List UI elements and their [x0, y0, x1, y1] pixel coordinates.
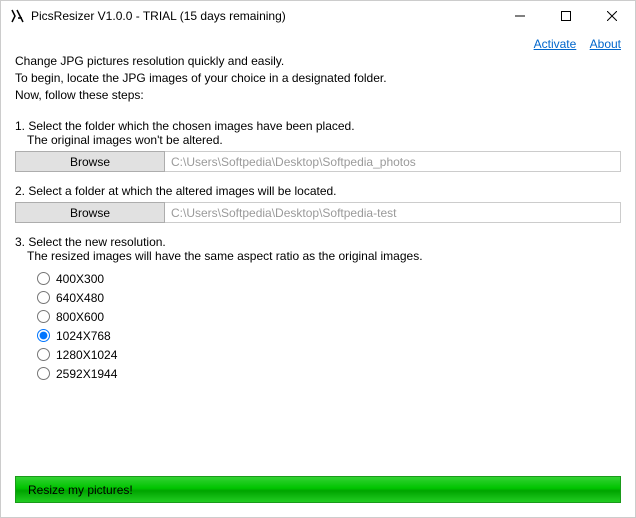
intro-line: Change JPG pictures resolution quickly a…: [15, 53, 621, 70]
step1-heading: 1. Select the folder which the chosen im…: [15, 119, 621, 133]
resolution-options: 400X300 640X480 800X600 1024X768 1280X10…: [37, 269, 621, 383]
resolution-label: 2592X1944: [56, 367, 117, 381]
resolution-option[interactable]: 1280X1024: [37, 345, 621, 364]
resize-button[interactable]: Resize my pictures!: [15, 476, 621, 503]
about-link[interactable]: About: [590, 37, 621, 51]
intro-line: Now, follow these steps:: [15, 87, 621, 104]
window-title: PicsResizer V1.0.0 - TRIAL (15 days rema…: [31, 9, 286, 23]
step1-sub: The original images won't be altered.: [27, 133, 621, 147]
resolution-option[interactable]: 800X600: [37, 307, 621, 326]
titlebar: PicsResizer V1.0.0 - TRIAL (15 days rema…: [1, 1, 635, 31]
resolution-radio[interactable]: [37, 291, 50, 304]
resolution-radio[interactable]: [37, 272, 50, 285]
intro-text: Change JPG pictures resolution quickly a…: [15, 53, 621, 103]
maximize-button[interactable]: [543, 1, 589, 31]
step3-heading: 3. Select the new resolution.: [15, 235, 621, 249]
minimize-button[interactable]: [497, 1, 543, 31]
app-icon: [9, 8, 25, 24]
app-window: PicsResizer V1.0.0 - TRIAL (15 days rema…: [0, 0, 636, 518]
source-path-input[interactable]: [165, 151, 621, 172]
resolution-label: 1024X768: [56, 329, 111, 343]
resolution-radio[interactable]: [37, 310, 50, 323]
resolution-option[interactable]: 400X300: [37, 269, 621, 288]
browse-dest-button[interactable]: Browse: [15, 202, 165, 223]
resolution-radio[interactable]: [37, 329, 50, 342]
step2-heading: 2. Select a folder at which the altered …: [15, 184, 621, 198]
close-button[interactable]: [589, 1, 635, 31]
resolution-option[interactable]: 1024X768: [37, 326, 621, 345]
resolution-label: 400X300: [56, 272, 104, 286]
resolution-label: 1280X1024: [56, 348, 117, 362]
resolution-radio[interactable]: [37, 348, 50, 361]
activate-link[interactable]: Activate: [534, 37, 577, 51]
dest-path-input[interactable]: [165, 202, 621, 223]
resolution-label: 800X600: [56, 310, 104, 324]
resolution-option[interactable]: 640X480: [37, 288, 621, 307]
resolution-option[interactable]: 2592X1944: [37, 364, 621, 383]
resolution-label: 640X480: [56, 291, 104, 305]
resolution-radio[interactable]: [37, 367, 50, 380]
step3-sub: The resized images will have the same as…: [27, 249, 621, 263]
intro-line: To begin, locate the JPG images of your …: [15, 70, 621, 87]
browse-source-button[interactable]: Browse: [15, 151, 165, 172]
